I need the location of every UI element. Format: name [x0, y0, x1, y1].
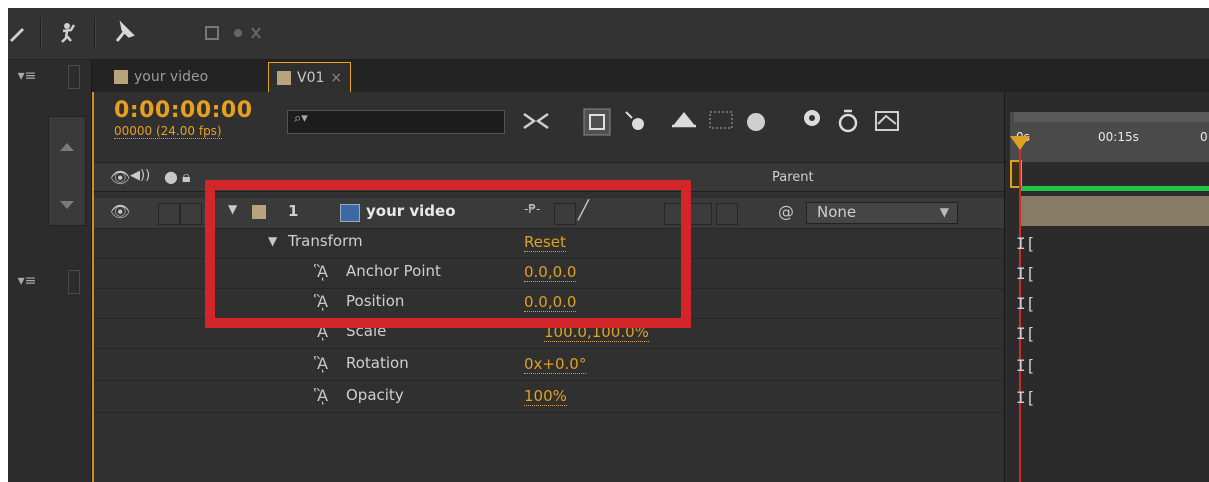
- ruler-label: 0: [1200, 130, 1208, 144]
- switch-cell[interactable]: [690, 203, 712, 225]
- search-input[interactable]: ⌕▾: [287, 110, 505, 134]
- draft-3d-icon[interactable]: [523, 112, 549, 130]
- ruler-label: 00:15s: [1098, 130, 1139, 144]
- parent-dropdown-value: None: [817, 203, 857, 221]
- parent-column-header: Parent: [772, 170, 814, 185]
- motion-blur-icon[interactable]: [709, 111, 733, 129]
- property-name: Opacity: [346, 386, 404, 404]
- switch-cell[interactable]: [716, 203, 738, 225]
- puppet-overlap-icon[interactable]: [204, 18, 264, 48]
- eye-icon[interactable]: 👁︎: [110, 168, 130, 187]
- current-time-display[interactable]: 0:00:00:00: [114, 98, 253, 123]
- property-row: ᾋ Rotation 0x+0.0°: [94, 350, 1004, 381]
- brainstorm-icon[interactable]: [747, 113, 765, 131]
- work-area-bar[interactable]: [1014, 112, 1209, 122]
- hide-shy-layers-icon[interactable]: [625, 111, 644, 130]
- graph-editor-icon[interactable]: [804, 110, 820, 126]
- highlight-box: [205, 180, 691, 328]
- panel-grip[interactable]: [68, 270, 80, 294]
- tab-v01[interactable]: V01 ×: [268, 62, 352, 93]
- keyframe-marker[interactable]: I[: [1016, 388, 1035, 407]
- lock-icon[interactable]: 🔒︎: [182, 167, 191, 187]
- graph-icon[interactable]: [875, 111, 899, 131]
- audio-switch[interactable]: [158, 203, 180, 225]
- frame-count: 00000 (24.00 fps): [114, 124, 222, 139]
- tab-label: your video: [134, 69, 209, 85]
- time-ruler[interactable]: 0s 00:15s 0: [1010, 112, 1209, 162]
- audio-icon[interactable]: ◀)): [130, 168, 150, 183]
- property-value[interactable]: 100%: [524, 388, 567, 406]
- comp-switches-toolbar: [523, 108, 899, 136]
- timeline-tab-bar: your video V01 ×: [92, 60, 1209, 93]
- playhead-handle[interactable]: [1010, 136, 1030, 150]
- scroll-down-icon[interactable]: [60, 201, 74, 209]
- keyframe-marker[interactable]: I[: [1016, 294, 1035, 313]
- stopwatch-icon[interactable]: ᾋ: [314, 354, 328, 373]
- frame-blending-icon[interactable]: [672, 111, 696, 128]
- stopwatch-icon[interactable]: [838, 109, 858, 133]
- toolbar-divider: [40, 18, 42, 50]
- solo-switch[interactable]: [180, 203, 202, 225]
- color-swatch: [114, 70, 128, 84]
- solo-icon[interactable]: ●: [164, 167, 178, 186]
- tab-label: V01: [297, 70, 325, 86]
- panel-menu-icon[interactable]: ▾≡: [12, 65, 42, 87]
- pick-whip-icon[interactable]: @: [778, 202, 794, 221]
- stopwatch-icon[interactable]: ᾋ: [314, 386, 328, 405]
- puppet-pin-icon[interactable]: [54, 18, 84, 48]
- scroll-up-icon[interactable]: [60, 143, 74, 151]
- comp-mini-flowchart-icon[interactable]: [583, 108, 611, 136]
- layer-duration-bar[interactable]: [1020, 196, 1209, 226]
- panel-grip[interactable]: [68, 65, 80, 89]
- chevron-down-icon[interactable]: ▼: [940, 205, 949, 219]
- keyframe-marker[interactable]: I[: [1016, 234, 1035, 253]
- keyframe-marker[interactable]: I[: [1016, 356, 1035, 375]
- property-name: Rotation: [346, 354, 409, 372]
- toolbar-divider: [94, 18, 96, 50]
- property-value[interactable]: 0x+0.0°: [524, 356, 587, 374]
- pin-icon[interactable]: [110, 18, 140, 48]
- property-row: ᾋ Opacity 100%: [94, 382, 1004, 413]
- pen-icon[interactable]: [2, 18, 32, 48]
- tools-toolbar: [8, 8, 1209, 60]
- search-icon: ⌕▾: [294, 111, 308, 126]
- tab-your-video[interactable]: your video: [106, 62, 216, 92]
- panel-scroller[interactable]: [48, 116, 86, 226]
- color-swatch: [277, 71, 291, 85]
- panel-menu-icon[interactable]: ▾≡: [12, 270, 42, 292]
- eye-icon[interactable]: 👁︎: [110, 202, 130, 221]
- keyframe-marker[interactable]: I[: [1016, 264, 1035, 283]
- keyframe-marker[interactable]: I[: [1016, 324, 1035, 343]
- render-bar: [1020, 186, 1209, 191]
- parent-dropdown[interactable]: None ▼: [806, 202, 958, 224]
- close-icon[interactable]: ×: [330, 70, 342, 86]
